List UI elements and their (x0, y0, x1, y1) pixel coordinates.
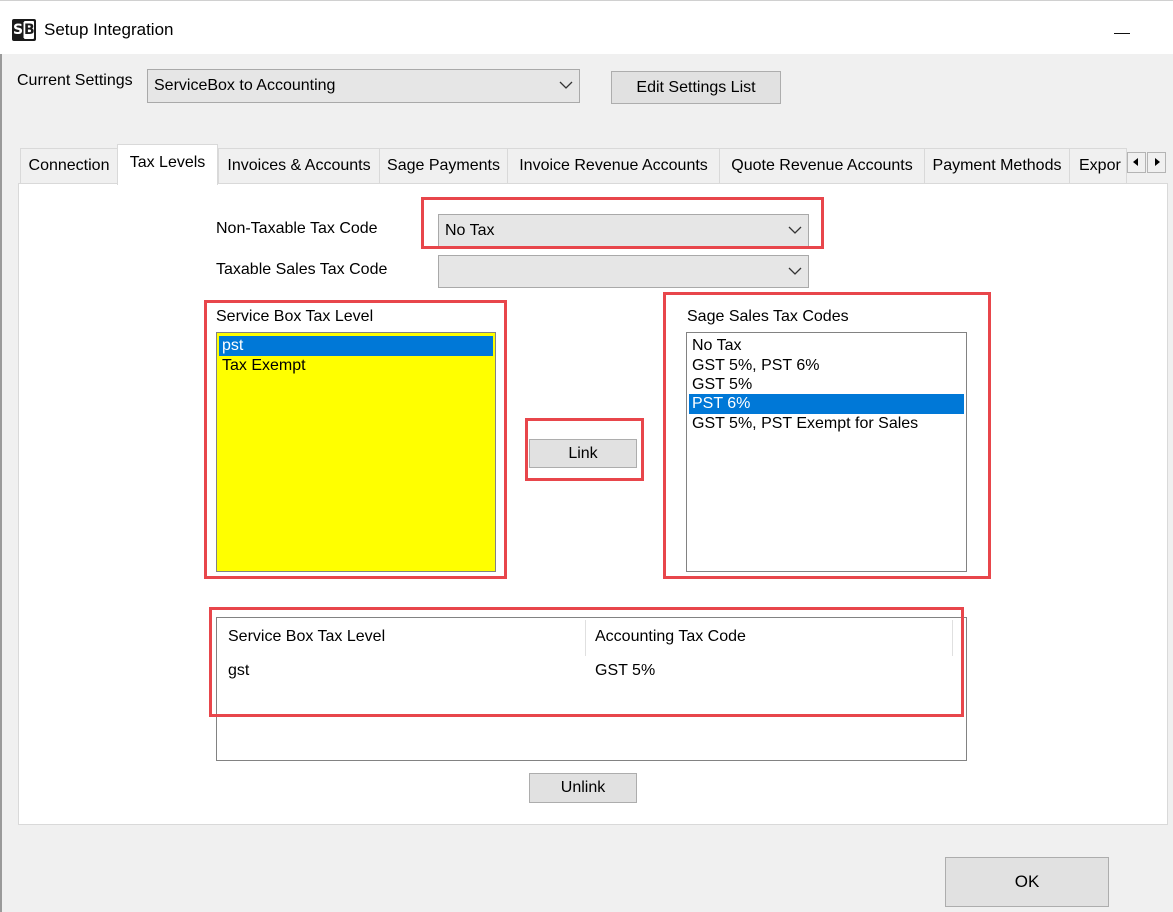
tab-invoices-accounts[interactable]: Invoices & Accounts (218, 148, 380, 183)
tab-export[interactable]: Expor (1069, 148, 1127, 183)
chevron-down-icon (559, 81, 573, 89)
list-item[interactable]: Tax Exempt (219, 356, 493, 376)
tab-scroll-right-button[interactable] (1147, 152, 1166, 173)
app-icon: S B (12, 19, 36, 41)
table-cell-service-box-tax-level[interactable]: gst (228, 660, 249, 682)
unlink-button[interactable]: Unlink (529, 773, 637, 803)
edit-settings-list-button[interactable]: Edit Settings List (611, 71, 781, 104)
tax-mapping-grid[interactable]: Service Box Tax Level Accounting Tax Cod… (216, 617, 967, 761)
list-item[interactable]: No Tax (689, 336, 964, 356)
window-title: Setup Integration (44, 20, 174, 39)
column-header-accounting-tax-code[interactable]: Accounting Tax Code (595, 626, 746, 648)
list-item[interactable]: pst (219, 336, 493, 356)
window-edge (0, 54, 2, 912)
list-item[interactable]: GST 5%, PST 6% (689, 356, 964, 376)
minimize-button[interactable] (1090, 10, 1160, 50)
column-divider (585, 620, 586, 656)
app-icon-letter-s: S (13, 22, 24, 38)
service-box-tax-level-list[interactable]: pst Tax Exempt (216, 332, 496, 572)
column-divider (952, 620, 953, 656)
tab-quote-revenue-accounts[interactable]: Quote Revenue Accounts (719, 148, 925, 183)
sage-sales-tax-codes-label: Sage Sales Tax Codes (687, 308, 849, 325)
tab-payment-methods[interactable]: Payment Methods (924, 148, 1070, 183)
current-settings-label: Current Settings (17, 72, 133, 89)
tab-scroll-left-button[interactable] (1127, 152, 1146, 173)
table-cell-accounting-tax-code[interactable]: GST 5% (595, 660, 655, 682)
ok-button[interactable]: OK (945, 857, 1109, 907)
current-settings-value: ServiceBox to Accounting (154, 77, 336, 94)
tab-sage-payments[interactable]: Sage Payments (379, 148, 508, 183)
link-button[interactable]: Link (529, 439, 637, 468)
non-taxable-tax-code-value: No Tax (445, 222, 495, 239)
column-header-service-box-tax-level[interactable]: Service Box Tax Level (228, 626, 385, 648)
title-bar (0, 0, 1173, 54)
tab-tax-levels[interactable]: Tax Levels (117, 144, 218, 185)
list-item[interactable]: GST 5%, PST Exempt for Sales (689, 414, 964, 434)
list-item[interactable]: PST 6% (689, 394, 964, 414)
list-item[interactable]: GST 5% (689, 375, 964, 395)
sage-sales-tax-codes-list[interactable]: No Tax GST 5%, PST 6% GST 5% PST 6% GST … (686, 332, 967, 572)
app-icon-letter-b: B (24, 21, 35, 39)
taxable-sales-tax-code-dropdown[interactable] (438, 255, 809, 288)
minimize-icon (1114, 33, 1130, 34)
arrow-left-icon (1133, 158, 1138, 166)
service-box-tax-level-label: Service Box Tax Level (216, 308, 374, 325)
chevron-down-icon (788, 267, 802, 275)
taxable-sales-tax-code-label: Taxable Sales Tax Code (216, 261, 388, 278)
current-settings-dropdown[interactable]: ServiceBox to Accounting (147, 69, 580, 103)
tab-invoice-revenue-accounts[interactable]: Invoice Revenue Accounts (507, 148, 720, 183)
non-taxable-tax-code-dropdown[interactable]: No Tax (438, 214, 809, 247)
non-taxable-tax-code-label: Non-Taxable Tax Code (216, 220, 378, 237)
tab-connection[interactable]: Connection (20, 148, 118, 183)
chevron-down-icon (788, 226, 802, 234)
arrow-right-icon (1155, 158, 1160, 166)
